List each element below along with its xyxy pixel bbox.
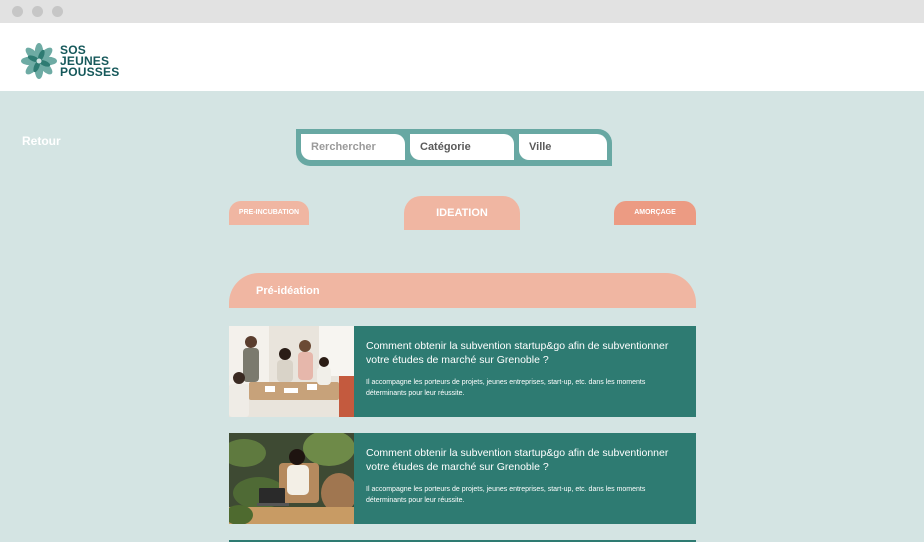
site-header: SOS JEUNES POUSSES <box>0 23 924 91</box>
article-card[interactable]: Comment obtenir la subvention startup&go… <box>229 433 696 524</box>
site-logo[interactable]: SOS JEUNES POUSSES <box>21 43 119 79</box>
search-bar: Rerchercher Catégorie Ville <box>296 129 612 166</box>
browser-chrome <box>0 0 924 23</box>
tab-pre-incubation[interactable]: PRE-INCUBATION <box>229 201 309 225</box>
window-minimize-dot[interactable] <box>32 6 43 17</box>
category-select[interactable]: Catégorie <box>410 134 514 160</box>
article-description: Il accompagne les porteurs de projets, j… <box>366 486 646 504</box>
section-header-pre-ideation[interactable]: Pré-idéation <box>229 273 696 308</box>
city-select[interactable]: Ville <box>519 134 607 160</box>
team-meeting-photo-icon <box>229 326 354 417</box>
logo-line-3: POUSSES <box>60 64 120 79</box>
article-title[interactable]: Comment obtenir la subvention startup&go… <box>366 339 686 367</box>
window-maximize-dot[interactable] <box>52 6 63 17</box>
logo-text: SOS JEUNES POUSSES <box>60 44 120 79</box>
article-description: Il accompagne les porteurs de projets, j… <box>366 379 646 397</box>
tab-ideation[interactable]: IDEATION <box>404 196 520 230</box>
search-input[interactable]: Rerchercher <box>301 134 405 160</box>
window-close-dot[interactable] <box>12 6 23 17</box>
lotus-flower-logo-icon <box>21 43 57 79</box>
article-title[interactable]: Comment obtenir la subvention startup&go… <box>366 446 686 474</box>
back-link[interactable]: Retour <box>22 134 61 148</box>
article-photo <box>229 326 354 417</box>
coworking-photo-icon <box>229 433 354 524</box>
tab-amorcage[interactable]: AMORÇAGE <box>614 201 696 225</box>
article-photo <box>229 433 354 524</box>
article-card[interactable]: Comment obtenir la subvention startup&go… <box>229 326 696 417</box>
